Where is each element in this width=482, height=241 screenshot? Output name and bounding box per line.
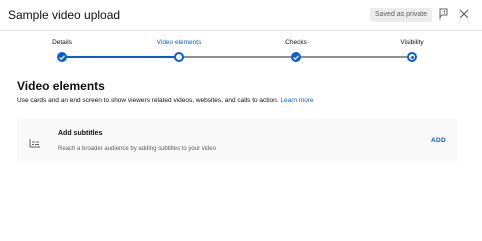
step-label-details[interactable]: Details xyxy=(52,39,72,47)
upload-dialog: Sample video upload Saved as private Det… xyxy=(0,0,482,241)
upload-stepper: Details Video elements Checks Visibility xyxy=(0,30,482,70)
subtitles-icon xyxy=(29,135,41,148)
dialog-header: Sample video upload Saved as private xyxy=(0,0,482,31)
card-title: Add subtitles xyxy=(58,130,103,137)
dialog-title: Sample video upload xyxy=(8,8,121,22)
step-connector xyxy=(296,56,412,58)
section-description: Use cards and an end screen to show view… xyxy=(17,96,314,105)
step-label-visibility[interactable]: Visibility xyxy=(400,39,423,47)
add-subtitles-button[interactable]: ADD xyxy=(431,136,446,145)
step-connector xyxy=(62,56,179,58)
section-title: Video elements xyxy=(17,79,105,93)
card-description: Reach a broader audience by adding subti… xyxy=(58,146,217,152)
step-connector xyxy=(179,56,296,58)
step-details-check-icon[interactable] xyxy=(57,52,67,62)
learn-more-link[interactable]: Learn more xyxy=(280,97,313,104)
step-visibility-indicator[interactable] xyxy=(407,52,417,62)
add-subtitles-card: Add subtitles Reach a broader audience b… xyxy=(17,118,458,163)
close-icon[interactable] xyxy=(457,7,471,21)
feedback-flag-icon[interactable] xyxy=(436,7,450,21)
step-label-checks[interactable]: Checks xyxy=(285,39,307,47)
step-checks-check-icon[interactable] xyxy=(291,52,301,62)
saved-status-badge: Saved as private xyxy=(370,8,433,22)
section-description-text: Use cards and an end screen to show view… xyxy=(17,97,279,104)
step-video-elements-indicator[interactable] xyxy=(174,52,184,62)
step-label-video-elements[interactable]: Video elements xyxy=(157,39,202,47)
